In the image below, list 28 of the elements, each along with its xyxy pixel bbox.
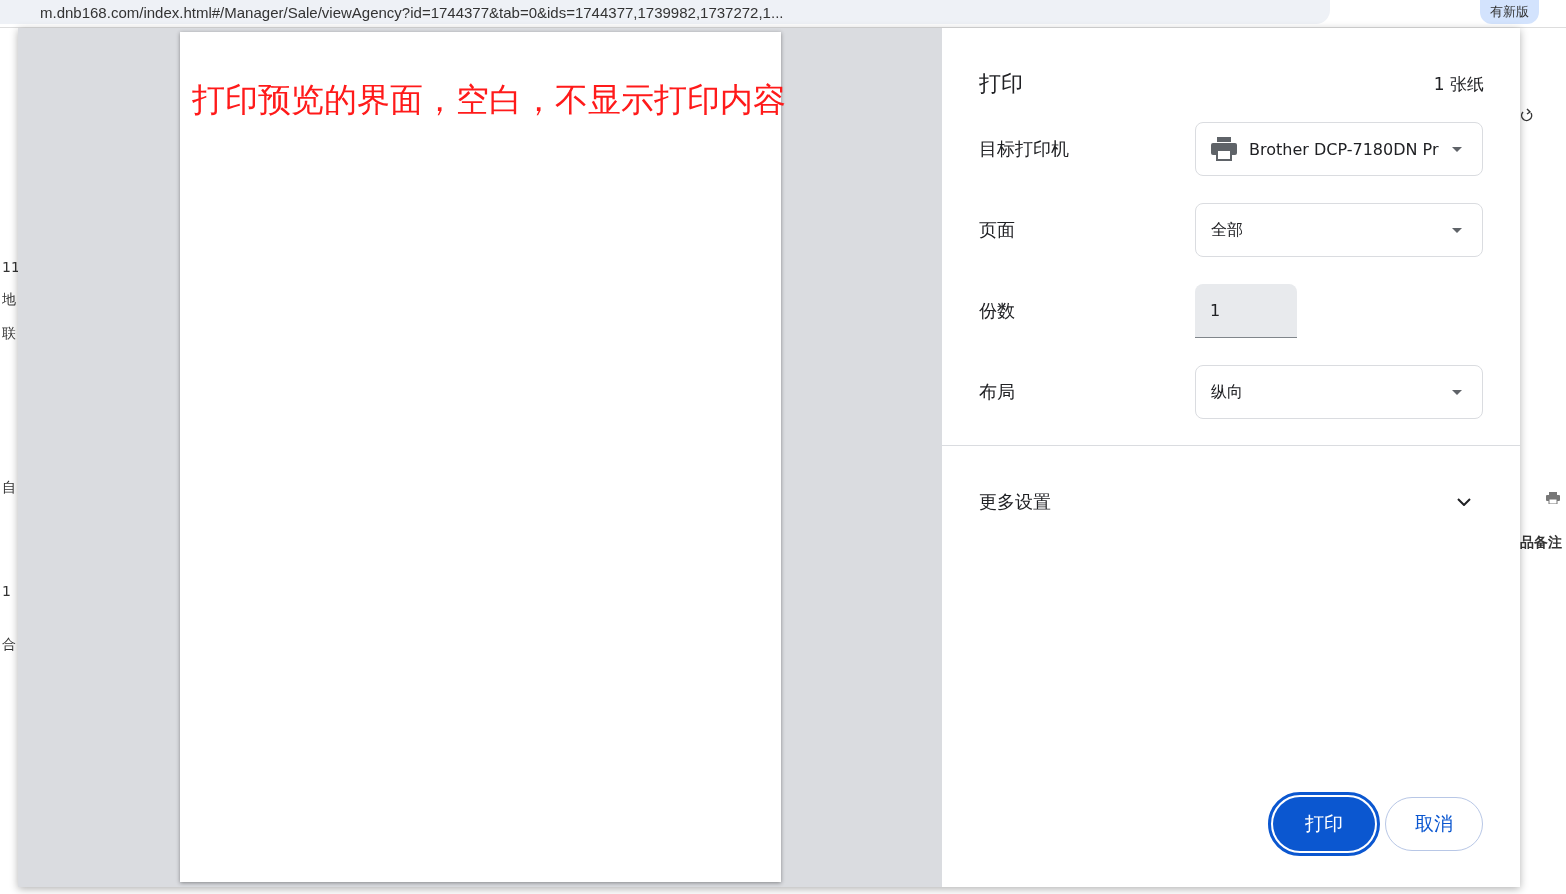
refresh-icon: [1520, 108, 1534, 122]
page-text: 联: [1, 324, 17, 342]
printer-icon: [1211, 137, 1237, 161]
setting-label: 份数: [979, 299, 1016, 323]
more-settings-toggle[interactable]: 更多设置: [942, 489, 1520, 515]
copies-field[interactable]: 1: [1195, 284, 1297, 338]
caret-icon: [1452, 146, 1462, 152]
setting-label: 布局: [979, 380, 1016, 404]
setting-label: 目标打印机: [979, 137, 1070, 161]
page-text: 地: [1, 290, 17, 308]
dropdown[interactable]: 全部: [1195, 203, 1483, 257]
update-button[interactable]: 有新版: [1480, 0, 1539, 24]
dialog-title: 打印: [979, 70, 1023, 98]
dropdown[interactable]: 纵向: [1195, 365, 1483, 419]
address-bar[interactable]: m.dnb168.com/index.html#/Manager/Sale/viewAgency?id=1744377&tab=0&ids=1744377,1739982,1737272,1...: [0, 0, 1330, 24]
url-text: m.dnb168.com/index.html#/Manager/Sale/viewAgency?id=1744377&tab=0&ids=1744377,1739982,1737272,1...: [40, 3, 784, 21]
sheet-count: 1 张纸: [1433, 72, 1484, 96]
setting-label: 页面: [979, 218, 1016, 242]
printer-icon: [1546, 492, 1560, 504]
column-header: 品备注: [1520, 534, 1562, 552]
page-text: 11: [1, 258, 18, 276]
caret-icon: [1452, 227, 1462, 233]
page-text: 自: [1, 478, 17, 496]
page-text: 合: [1, 635, 17, 653]
page-text: 1: [1, 582, 12, 600]
cancel-button[interactable]: 取消: [1385, 797, 1483, 851]
caret-icon: [1452, 389, 1462, 395]
printer-select[interactable]: Brother DCP-7180DN Pr: [1195, 122, 1483, 176]
